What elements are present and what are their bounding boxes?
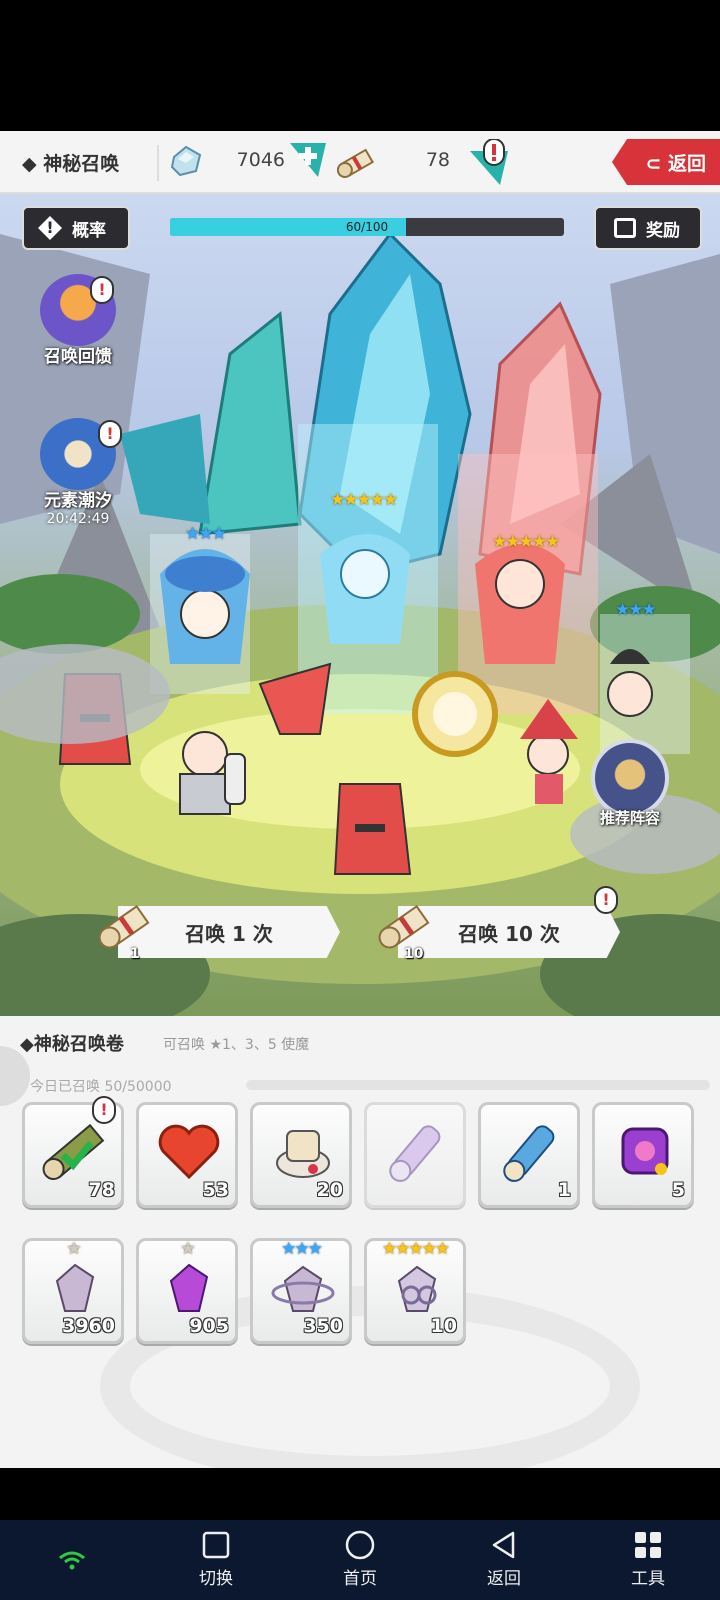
team-silhouette-icon [591, 739, 669, 817]
system-gap [0, 1468, 720, 1520]
nav-home-label: 首页 [343, 1569, 377, 1589]
item-tile-blue-scroll[interactable]: 1 [478, 1102, 580, 1208]
alert-badge-icon: ! [92, 1096, 116, 1124]
back-button[interactable]: ⊂ 返回 [612, 139, 720, 185]
item-count: 20 [316, 1179, 343, 1201]
page-title: ◆ 神秘召唤 [22, 153, 120, 175]
item-count: 350 [303, 1315, 343, 1337]
summon-scene: ! 概率 60/100 奖励 召唤回馈 ! 元素潮汐 20:42:49 ! ★★… [0, 194, 720, 1016]
probability-button[interactable]: ! 概率 [22, 206, 130, 250]
alert-badge-icon: ! [90, 276, 114, 304]
summon-progress-bar: 60/100 [170, 218, 564, 236]
item-count: 905 [189, 1315, 229, 1337]
purple-scroll-icon [389, 1125, 441, 1182]
item-count: 10 [430, 1315, 457, 1337]
recommend-lineup-button[interactable]: 推荐阵容 [585, 739, 675, 828]
gem-count: 7046 [236, 149, 285, 171]
progress-text: 60/100 [345, 220, 389, 234]
purple-crystal-shard-icon [169, 1263, 209, 1312]
nav-back-button[interactable]: 返回 [464, 1530, 544, 1589]
bone-scroll-icon [276, 1130, 330, 1178]
scroll-inventory-panel: ◆神秘召唤卷 可召唤 ★1、3、5 使魔 今日已召唤 50/50000 78 !… [0, 1016, 720, 1468]
nav-switch-label: 切换 [199, 1569, 233, 1589]
circle-icon [345, 1530, 375, 1560]
crystal-icon [170, 145, 202, 177]
item-count: 1 [557, 1179, 571, 1201]
ninja-character [607, 649, 653, 717]
item-tile-magic-scroll[interactable]: 5 [592, 1102, 694, 1208]
summon-ten-cost: 10 [404, 946, 424, 962]
grid-icon [635, 1532, 661, 1558]
summon-feedback-label: 召唤回馈 [44, 347, 112, 367]
game-screen: ◆ 神秘召唤 7046 78 ⊂ 返回 ! 概率 60/100 奖励 召唤回馈 … [0, 0, 720, 1600]
nav-home-button[interactable]: 首页 [320, 1530, 400, 1589]
gift-box-icon [614, 218, 636, 238]
nav-tools-button[interactable]: 工具 [608, 1530, 688, 1589]
item-count: 5 [671, 1179, 685, 1201]
summon-once-cost: 1 [130, 946, 140, 962]
daily-summon-count: 今日已召唤 50/50000 [30, 1079, 172, 1095]
item-tile-crystal-1star-purple[interactable]: ★ 905 [136, 1238, 238, 1344]
sun-wheel-character [412, 671, 498, 757]
summon-ten-label: 召唤 10 次 [458, 921, 560, 946]
panel-title: ◆神秘召唤卷 [20, 1034, 124, 1055]
item-tile-crystal-5star[interactable]: ★★★★★ 10 [364, 1238, 466, 1344]
probability-label: 概率 [72, 220, 106, 241]
top-bar: ◆ 神秘召唤 7046 78 ⊂ 返回 [0, 131, 720, 194]
wifi-icon [59, 1551, 85, 1570]
magic-scroll-icon [621, 1127, 669, 1175]
reward-label: 奖励 [646, 220, 680, 241]
square-icon [202, 1531, 230, 1559]
item-tile-purple-scroll[interactable] [364, 1102, 466, 1208]
alert-badge-icon: ! [98, 420, 122, 448]
summon-once-label: 召唤 1 次 [185, 921, 273, 946]
scroll-count: 78 [425, 149, 450, 171]
divider [157, 145, 159, 181]
crystal-shard-icon [55, 1263, 95, 1312]
system-nav-bar: 切换 首页 返回 工具 [0, 1520, 720, 1600]
scroll-shop-button[interactable] [470, 139, 512, 185]
scroll-icon [337, 148, 374, 178]
item-tile-crystal-1star[interactable]: ★ 3960 [22, 1238, 124, 1344]
right-character-stars: ★★★★★ [492, 532, 560, 552]
spirit-blue-character [320, 534, 410, 644]
item-count: 53 [202, 1179, 229, 1201]
red-tree-monster-center [333, 783, 412, 875]
heart-icon [158, 1124, 220, 1180]
blue-scroll-icon [503, 1125, 555, 1182]
mage-blue-character [160, 549, 250, 664]
reward-button[interactable]: 奖励 [594, 206, 702, 250]
left-character-stars: ★★★ [185, 524, 227, 544]
item-count: 3960 [62, 1315, 115, 1337]
element-tide-timer: 20:42:49 [46, 511, 110, 527]
item-tile-crystal-3star[interactable]: ★★★ 350 [250, 1238, 352, 1344]
nav-switch-button[interactable]: 切换 [176, 1530, 256, 1589]
check-scroll-icon [42, 1123, 105, 1180]
center-character-stars: ★★★★★ [330, 490, 398, 510]
panel-subtitle: 可召唤 ★1、3、5 使魔 [163, 1037, 310, 1053]
back-triangle-icon [492, 1531, 515, 1559]
item-tile-bone-scroll[interactable]: 20 [250, 1102, 352, 1208]
red-warrior-character [475, 544, 565, 664]
ornate-crystal-icon [397, 1265, 437, 1312]
element-tide-label: 元素潮汐 [44, 491, 112, 511]
nav-tools-label: 工具 [631, 1569, 665, 1589]
far-right-character-stars: ★★★ [615, 600, 657, 620]
alert-badge-icon: ! [594, 886, 618, 914]
scroll-icon [98, 904, 150, 949]
ringed-crystal-icon [271, 1265, 335, 1312]
recommend-lineup-label: 推荐阵容 [599, 809, 660, 827]
alert-diamond-icon: ! [38, 216, 62, 240]
item-tile-heart[interactable]: 53 [136, 1102, 238, 1208]
add-gems-button[interactable] [290, 139, 326, 179]
daily-summon-bar [246, 1080, 710, 1090]
nav-back-label: 返回 [487, 1569, 521, 1589]
item-count: 78 [88, 1179, 115, 1201]
